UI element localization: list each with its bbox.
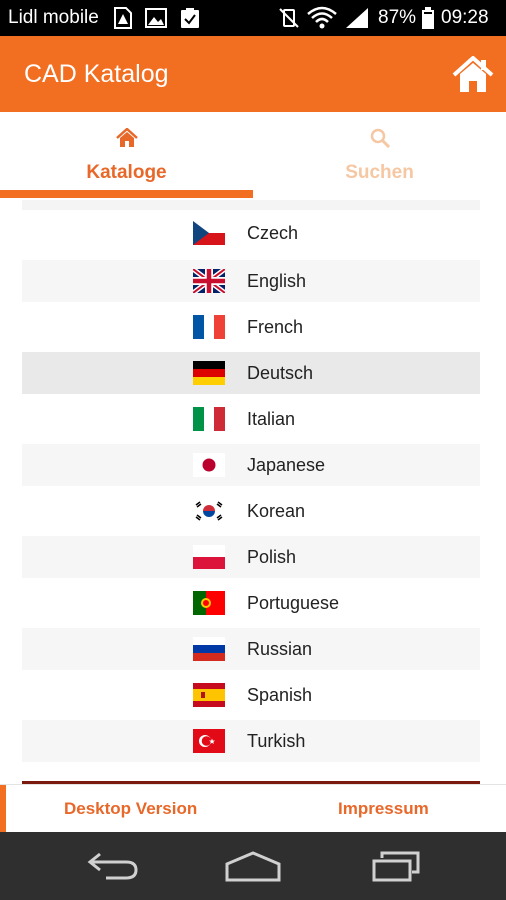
japan-flag-icon — [193, 453, 225, 477]
app-title: CAD Katalog — [24, 60, 169, 88]
footer-bar: Desktop Version Impressum — [0, 784, 506, 833]
carrier-name: Lidl mobile — [8, 7, 99, 28]
language-label: Italian — [247, 409, 296, 429]
language-label: Spanish — [247, 685, 313, 705]
france-flag-icon — [193, 315, 225, 339]
impressum-link[interactable]: Impressum — [338, 799, 429, 819]
list-item-italian[interactable]: Italian — [22, 398, 480, 440]
spain-flag-icon — [193, 683, 225, 707]
home-nav-icon[interactable] — [224, 850, 282, 882]
language-label: Deutsch — [247, 363, 314, 383]
language-label: French — [247, 317, 304, 337]
list-item-english[interactable]: English — [22, 260, 480, 302]
language-label: Japanese — [247, 455, 326, 475]
active-tab-indicator — [0, 190, 253, 198]
home-icon — [116, 128, 138, 147]
list-item-japanese[interactable]: Japanese — [22, 444, 480, 486]
italy-flag-icon — [193, 407, 225, 431]
image-icon — [145, 8, 167, 28]
language-list: Czech English French Deutsch Italian Jap… — [22, 200, 480, 782]
tab-kataloge-label: Kataloge — [86, 162, 167, 183]
home-icon[interactable] — [452, 56, 494, 94]
list-item-korean[interactable]: Korean — [22, 490, 480, 532]
list-item-polish[interactable]: Polish — [22, 536, 480, 578]
clipboard-check-icon — [181, 8, 199, 28]
turkey-flag-icon — [193, 729, 225, 753]
battery-icon — [422, 7, 434, 29]
status-bar: Lidl mobile 87% 09:28 — [0, 0, 506, 36]
clock: 09:28 — [441, 7, 489, 28]
germany-flag-icon — [193, 361, 225, 385]
recent-apps-icon[interactable] — [370, 850, 422, 882]
list-item-spanish[interactable]: Spanish — [22, 674, 480, 716]
language-label: Turkish — [247, 731, 306, 751]
cell-signal-icon — [346, 8, 368, 28]
language-label: Czech — [247, 223, 299, 243]
battery-percent: 87% — [378, 7, 417, 28]
language-label: Russian — [247, 639, 313, 659]
desktop-version-link[interactable]: Desktop Version — [64, 799, 197, 819]
tab-bar: Kataloge Suchen — [0, 112, 506, 200]
footer-accent-bar — [0, 785, 6, 833]
language-label: Polish — [247, 547, 297, 567]
list-item-czech[interactable]: Czech — [22, 212, 480, 254]
language-label: Korean — [247, 501, 306, 521]
uk-flag-icon — [193, 269, 225, 293]
navigation-bar — [0, 832, 506, 900]
tab-suchen-label: Suchen — [345, 162, 414, 183]
tab-suchen[interactable]: Suchen — [253, 112, 506, 200]
tab-kataloge[interactable]: Kataloge — [0, 112, 253, 200]
czech-flag-icon — [193, 221, 225, 245]
vibrate-off-icon — [279, 8, 299, 28]
app-bar: CAD Katalog — [0, 36, 506, 112]
list-item-deutsch[interactable]: Deutsch — [22, 352, 480, 394]
list-item-turkish[interactable]: Turkish — [22, 720, 480, 762]
portugal-flag-icon — [193, 591, 225, 615]
language-label: English — [247, 271, 307, 291]
list-item-french[interactable]: French — [22, 306, 480, 348]
korea-flag-icon — [193, 499, 225, 523]
search-icon — [370, 128, 391, 148]
wifi-icon — [307, 6, 337, 29]
list-item-russian[interactable]: Russian — [22, 628, 480, 670]
language-label: Portuguese — [247, 593, 340, 613]
storage-warning-icon — [114, 7, 132, 29]
list-top-edge — [22, 200, 480, 210]
russia-flag-icon — [193, 637, 225, 661]
list-item-portuguese[interactable]: Portuguese — [22, 582, 480, 624]
poland-flag-icon — [193, 545, 225, 569]
back-icon[interactable] — [86, 850, 140, 882]
